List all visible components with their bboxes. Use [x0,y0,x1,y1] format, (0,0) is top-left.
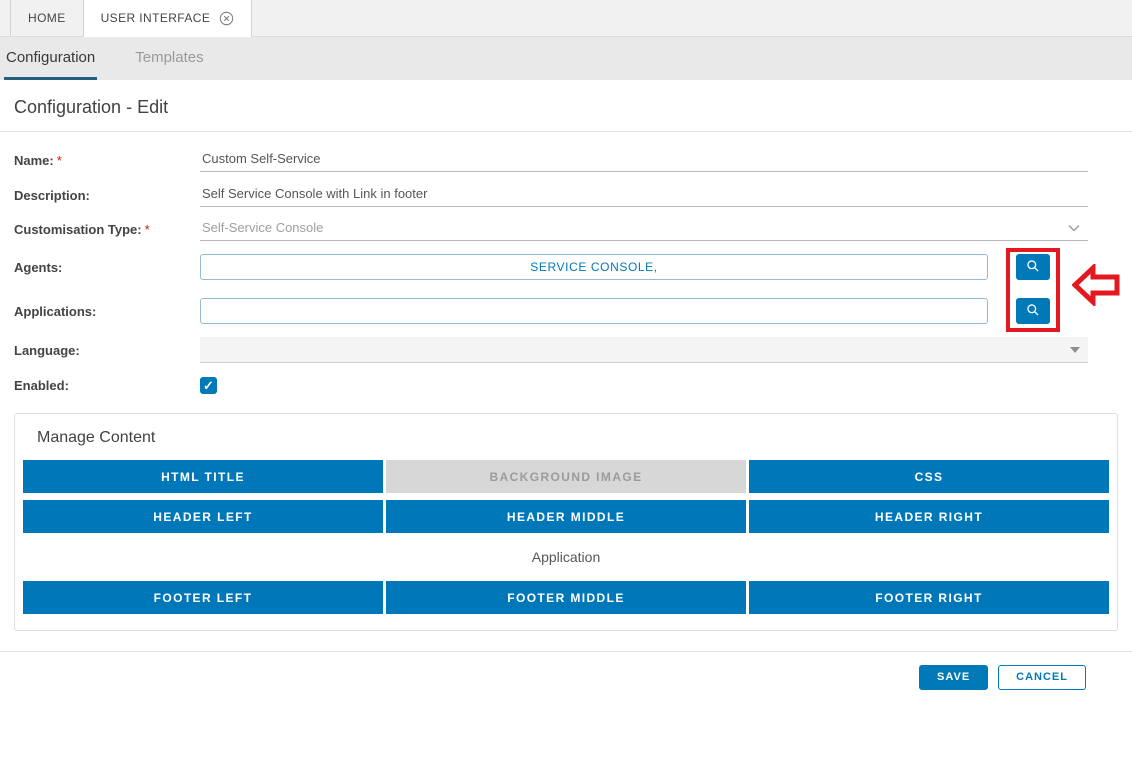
enabled-label: Enabled: [14,378,200,393]
description-label: Description: [14,188,200,203]
actions-bar: SAVE CANCEL [0,651,1132,690]
search-icon [1026,303,1040,320]
application-label: Application [23,540,1109,574]
header-middle-button[interactable]: HEADER MIDDLE [386,500,746,533]
footer-middle-button[interactable]: FOOTER MIDDLE [386,581,746,614]
form-row-enabled: Enabled: ✓ [14,375,1132,395]
tab-configuration-label: Configuration [6,49,95,66]
form-row-name: Name:* [14,148,1132,172]
agents-label: Agents: [14,260,200,275]
required-asterisk: * [57,153,62,168]
close-tab-icon[interactable] [219,11,234,26]
applications-search-button[interactable] [1016,298,1050,324]
search-icon [1026,259,1040,276]
window-tab-bar: HOME USER INTERFACE [0,0,1132,37]
language-select [200,337,1088,363]
header-left-button[interactable]: HEADER LEFT [23,500,383,533]
nav-tab-bar: Configuration Templates [0,37,1132,80]
page-title: Configuration - Edit [14,96,1118,118]
agents-search-button[interactable] [1016,254,1050,280]
customisation-type-select: Self-Service Console [200,217,1088,241]
caret-down-icon [1070,347,1080,353]
manage-content-grid: HTML TITLE BACKGROUND IMAGE CSS HEADER L… [23,460,1109,614]
configuration-form: Name:* Description: Customisation Type:*… [0,132,1132,395]
tab-user-interface-label: USER INTERFACE [101,11,211,25]
tab-templates-label: Templates [135,49,203,66]
manage-content-title: Manage Content [23,428,1109,448]
form-row-applications: Applications: [14,297,1132,325]
footer-left-button[interactable]: FOOTER LEFT [23,581,383,614]
applications-label: Applications: [14,304,200,319]
background-image-button: BACKGROUND IMAGE [386,460,746,493]
name-input[interactable] [200,148,1088,172]
form-row-customisation-type: Customisation Type:* Self-Service Consol… [14,217,1132,241]
required-asterisk: * [145,222,150,237]
tab-templates[interactable]: Templates [133,37,205,80]
form-row-agents: Agents: [14,253,1132,281]
tab-configuration[interactable]: Configuration [4,37,97,80]
footer-right-button[interactable]: FOOTER RIGHT [749,581,1109,614]
description-input[interactable] [200,183,1088,207]
tab-user-interface[interactable]: USER INTERFACE [84,0,253,37]
form-row-description: Description: [14,183,1132,207]
customisation-type-label: Customisation Type:* [14,222,200,237]
css-button[interactable]: CSS [749,460,1109,493]
save-button[interactable]: SAVE [919,665,988,690]
chevron-down-icon [1068,224,1080,232]
manage-content-section: Manage Content HTML TITLE BACKGROUND IMA… [14,413,1118,631]
enabled-checkbox[interactable]: ✓ [200,377,217,394]
check-icon: ✓ [203,379,214,392]
applications-input[interactable] [200,298,988,324]
tab-home-label: HOME [28,11,66,25]
tab-home[interactable]: HOME [10,0,84,36]
name-label: Name:* [14,153,200,168]
html-title-button[interactable]: HTML TITLE [23,460,383,493]
form-row-language: Language: [14,337,1132,363]
agents-input[interactable] [200,254,988,280]
customisation-type-value: Self-Service Console [202,220,323,235]
language-label: Language: [14,343,200,358]
header-right-button[interactable]: HEADER RIGHT [749,500,1109,533]
card-header: Configuration - Edit [0,80,1132,132]
cancel-button[interactable]: CANCEL [998,665,1086,690]
